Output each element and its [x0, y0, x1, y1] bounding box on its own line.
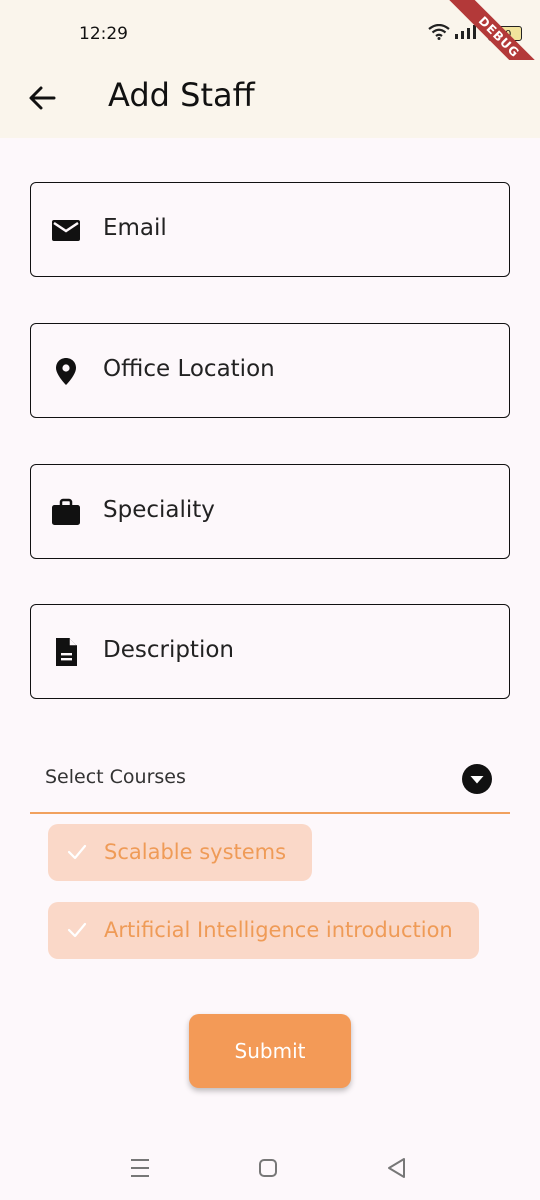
course-chip-label: Artificial Intelligence introduction [104, 918, 453, 942]
speciality-field[interactable]: Speciality [30, 464, 510, 559]
description-label: Description [103, 637, 234, 663]
system-icons [428, 24, 478, 40]
home-icon[interactable] [255, 1155, 281, 1181]
briefcase-icon [52, 498, 80, 525]
mail-icon [52, 220, 80, 241]
check-icon [67, 922, 87, 938]
email-label: Email [103, 215, 167, 241]
wifi-icon [428, 24, 450, 40]
arrow-back-icon [29, 86, 56, 110]
select-courses-label: Select Courses [45, 766, 186, 788]
speciality-label: Speciality [103, 497, 215, 523]
app-bar: Add Staff [0, 60, 540, 138]
back-button[interactable] [24, 78, 64, 118]
location-pin-icon [56, 358, 76, 385]
select-courses-dropdown[interactable]: Select Courses [30, 750, 510, 814]
dropdown-arrow-icon [462, 764, 492, 794]
email-field[interactable]: Email [30, 182, 510, 277]
office-location-label: Office Location [103, 356, 275, 382]
course-chip-ai-introduction[interactable]: Artificial Intelligence introduction [48, 902, 479, 959]
system-nav-bar [0, 1135, 540, 1200]
status-time: 12:29 [79, 24, 128, 44]
page-title: Add Staff [108, 76, 255, 114]
back-nav-icon[interactable] [384, 1155, 410, 1181]
submit-button[interactable]: Submit [189, 1014, 351, 1088]
check-icon [67, 844, 87, 860]
signal-icon [455, 25, 476, 39]
document-icon [56, 638, 77, 666]
course-chip-scalable-systems[interactable]: Scalable systems [48, 824, 313, 881]
course-chip-label: Scalable systems [104, 840, 287, 864]
description-field[interactable]: Description [30, 604, 510, 699]
recent-apps-icon[interactable] [127, 1155, 153, 1181]
office-location-field[interactable]: Office Location [30, 323, 510, 418]
status-bar: 12:29 60 DEBUG [0, 0, 540, 97]
